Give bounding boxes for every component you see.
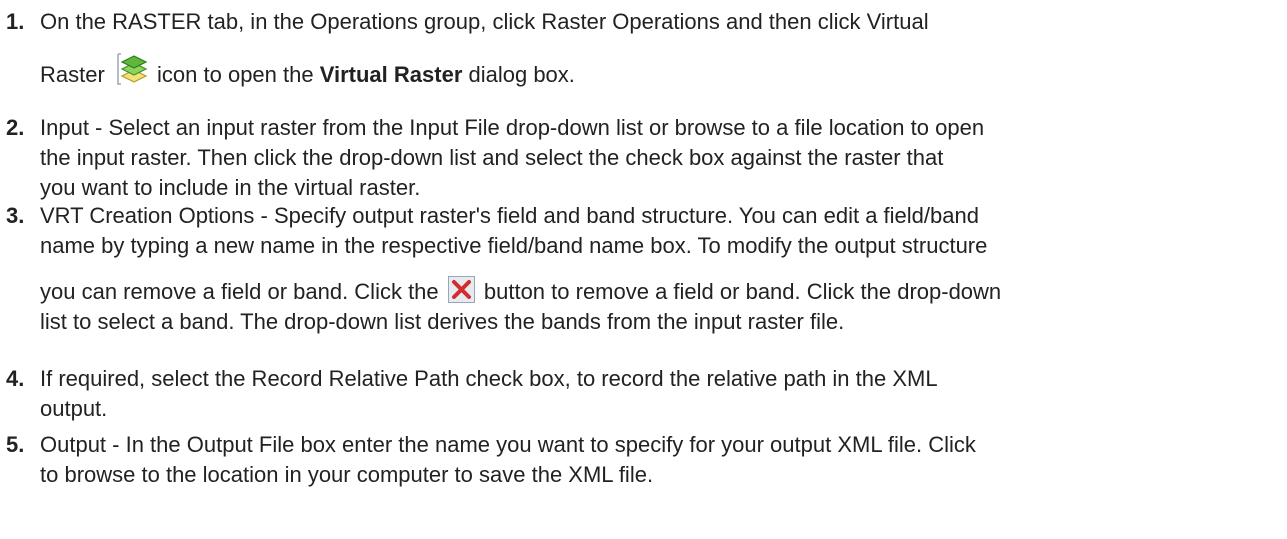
virtual-raster-icon (115, 52, 149, 86)
instructions-document: 1. On the RASTER tab, in the Operations … (0, 0, 1287, 539)
step-text-line: name by typing a new name in the respect… (40, 233, 988, 258)
step-2: 2. Input - Select an input raster from t… (0, 113, 1287, 203)
step-text: you can remove a field or band. Click th… (40, 279, 445, 304)
step-text-line: you want to include in the virtual raste… (40, 175, 421, 200)
step-text: button to remove a field or band. Click … (477, 279, 1002, 304)
step-3: 3. VRT Creation Options - Specify output… (0, 201, 1287, 337)
step-number: 4. (6, 366, 25, 391)
step-number: 5. (6, 432, 25, 457)
step-4: 4. If required, select the Record Relati… (0, 364, 1287, 424)
step-text-line: Input - Select an input raster from the … (40, 115, 985, 140)
step-text-line: VRT Creation Options - Specify output ra… (40, 203, 979, 228)
step-text-line: If required, select the Record Relative … (40, 366, 938, 391)
step-1: 1. On the RASTER tab, in the Operations … (0, 7, 1287, 90)
step-5: 5. Output - In the Output File box enter… (0, 430, 1287, 490)
step-text: icon to open the (150, 62, 320, 87)
step-number: 1. (6, 9, 25, 34)
step-text-line: On the RASTER tab, in the Operations gro… (40, 9, 929, 34)
step-text: dialog box. (462, 62, 575, 87)
step-number: 2. (6, 115, 25, 140)
step-number: 3. (6, 203, 25, 228)
step-text-line: list to select a band. The drop-down lis… (40, 309, 845, 334)
step-text-line: to browse to the location in your comput… (40, 462, 654, 487)
step-text-line: Output - In the Output File box enter th… (40, 432, 976, 457)
dialog-name: Virtual Raster (319, 62, 463, 87)
step-text-line: output. (40, 396, 108, 421)
remove-x-icon (447, 276, 475, 303)
step-text: Raster (40, 62, 111, 87)
step-text-line: the input raster. Then click the drop-do… (40, 145, 944, 170)
